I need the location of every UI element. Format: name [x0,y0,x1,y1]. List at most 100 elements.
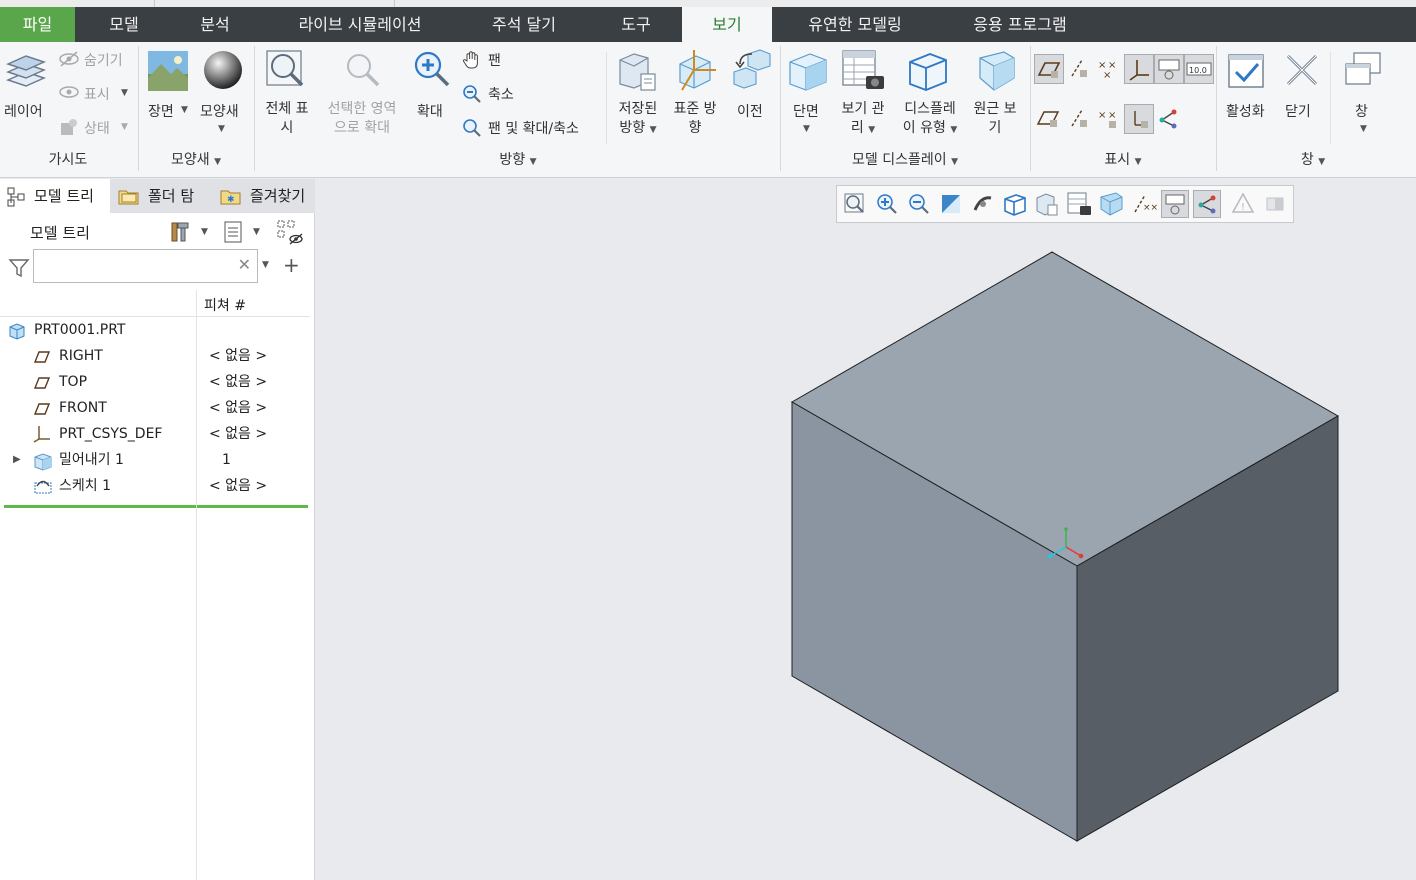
filter-funnel-icon[interactable] [8,257,30,283]
perspective-view-button[interactable]: 원근 보기 [966,100,1024,138]
zoom-in-icon[interactable] [873,190,901,218]
refit-button[interactable]: 전체 표시 [258,100,316,138]
zoom-out-icon[interactable] [905,190,933,218]
perspective-view-icon[interactable] [1097,190,1125,218]
display-style-button[interactable]: 디스플레 이 유형 ▼ [896,100,964,140]
saved-orientations-button[interactable]: 저장된 방향 ▼ [608,100,668,140]
display-style-icon[interactable] [1001,190,1029,218]
scene-icon[interactable] [147,50,189,92]
spin-center-icon[interactable] [969,190,997,218]
tree-item[interactable]: PRT_CSYS_DEF < 없음 > [0,421,315,447]
3d-dragger-icon[interactable] [1193,190,1221,218]
tree-item[interactable]: FRONT < 없음 > [0,395,315,421]
tab-tools[interactable]: 도구 [600,7,672,42]
tab-model[interactable]: 모델 [88,7,160,42]
add-filter-icon[interactable]: + [283,253,300,277]
section-dropdown-arrow[interactable]: ▼ [803,124,810,134]
tree-search-input[interactable]: ✕ [33,249,258,283]
tab-view[interactable]: 보기 [682,7,772,42]
graphics-viewport[interactable] [316,179,1416,880]
tree-item[interactable]: RIGHT < 없음 > [0,343,315,369]
csys-tag-toggle[interactable] [1124,104,1154,134]
tab-annotate[interactable]: 주석 달기 [468,7,580,42]
tab-analysis[interactable]: 분석 [178,7,252,42]
repaint-icon[interactable] [937,190,965,218]
tree-item[interactable]: 스케치 1 < 없음 > [0,473,315,499]
zoom-selected-button[interactable]: 선택한 영역 으로 확대 [320,100,404,138]
close-window-button[interactable]: 닫기 [1285,101,1311,121]
tab-applications[interactable]: 응용 프로그램 [950,7,1090,42]
status-button[interactable]: 상태 [84,118,110,138]
view-manager-button[interactable]: 보기 관리 ▼ [832,100,894,140]
show-dropdown-arrow[interactable]: ▼ [253,227,260,237]
settings-dropdown-arrow[interactable]: ▼ [201,227,208,237]
previous-orientation-button[interactable]: 이전 [737,101,763,121]
settings-tools-icon[interactable] [168,219,194,249]
saved-orientations-icon[interactable] [1033,190,1061,218]
view-manager-icon[interactable] [840,48,886,94]
zoom-in-button[interactable]: 확대 [417,101,443,121]
display-style-icon[interactable] [906,48,950,94]
refit-icon[interactable] [841,190,869,218]
previous-orientation-icon[interactable] [730,48,772,94]
layer-icon[interactable] [4,52,48,92]
show-button[interactable]: 표시 [84,84,110,104]
perspective-view-icon[interactable] [974,48,1018,94]
tree-filter-visibility-icon[interactable] [276,219,306,251]
refit-icon[interactable] [264,48,308,92]
feature-number-column-header[interactable]: 피쳐 # [204,295,246,315]
pan-button[interactable]: 팬 [488,50,501,70]
close-window-icon[interactable] [1282,50,1322,90]
expand-toggle-icon[interactable]: ▶ [13,447,21,473]
section-button[interactable]: 단면 [793,101,819,121]
tab-live-simulation[interactable]: 라이브 시뮬레이션 [272,7,448,42]
point-tag-toggle[interactable]: × × [1094,104,1124,134]
show-dropdown-arrow[interactable]: ▼ [121,88,128,98]
tab-file[interactable]: 파일 [0,7,75,42]
windows-button[interactable]: 창 [1355,101,1368,121]
axis-display-toggle[interactable] [1064,54,1094,84]
tree-item[interactable]: TOP < 없음 > [0,369,315,395]
scene-dropdown-arrow[interactable]: ▼ [181,105,188,115]
view-manager-icon[interactable] [1065,190,1093,218]
tree-item[interactable]: ▶ 밀어내기 1 1 [0,447,315,473]
tab-model-tree[interactable]: 모델 트리 [0,179,110,213]
scene-button[interactable]: 장면 [148,101,174,121]
activate-button[interactable]: 활성화 [1226,101,1265,121]
standard-orientation-button[interactable]: 표준 방향 [666,100,724,138]
zoom-out-button[interactable]: 축소 [488,84,514,104]
cube-model[interactable] [316,179,1416,880]
section-icon[interactable] [786,48,830,94]
point-display-toggle[interactable]: × × × [1094,54,1124,84]
tab-folder-browser[interactable]: 폴더 탐 [112,179,208,213]
appearance-button[interactable]: 모양새 [200,101,239,121]
3d-dragger-toggle[interactable] [1154,104,1184,134]
saved-orientations-icon[interactable] [614,48,660,94]
insert-here-indicator[interactable] [4,505,308,508]
pan-zoom-button[interactable]: 팬 및 확대/축소 [488,118,579,138]
annotation-display-toggle[interactable]: 10.0 [1184,54,1214,84]
tree-root-row[interactable]: PRT0001.PRT [0,317,315,343]
tab-flexible-modeling[interactable]: 유연한 모델링 [786,7,924,42]
plane-display-toggle[interactable] [1034,54,1064,84]
spin-center-toggle[interactable] [1154,54,1184,84]
plane-tag-toggle[interactable] [1034,104,1064,134]
hide-button[interactable]: 숨기기 [84,50,123,70]
show-columns-icon[interactable] [222,219,246,249]
csys-display-toggle[interactable] [1124,54,1154,84]
appearance-dropdown-arrow[interactable]: ▼ [218,124,225,134]
clear-search-icon[interactable]: ✕ [238,255,251,274]
datum-display-filters-icon[interactable]: ×× [1129,190,1158,218]
appearance-sphere-icon[interactable] [201,48,245,92]
activate-icon[interactable] [1226,50,1268,92]
windows-icon[interactable] [1342,50,1384,92]
spin-center-toggle[interactable] [1161,190,1189,218]
standard-orientation-icon[interactable] [672,48,718,94]
tab-favorites[interactable]: ✱ 즐겨찾기 [214,179,310,213]
windows-dropdown-arrow[interactable]: ▼ [1360,124,1367,134]
zoom-in-icon[interactable] [410,48,454,92]
search-dropdown-arrow[interactable]: ▼ [262,260,269,270]
axis-tag-toggle[interactable] [1064,104,1094,134]
layer-button-label[interactable]: 레이어 [4,101,43,121]
status-dropdown-arrow[interactable]: ▼ [121,122,128,132]
